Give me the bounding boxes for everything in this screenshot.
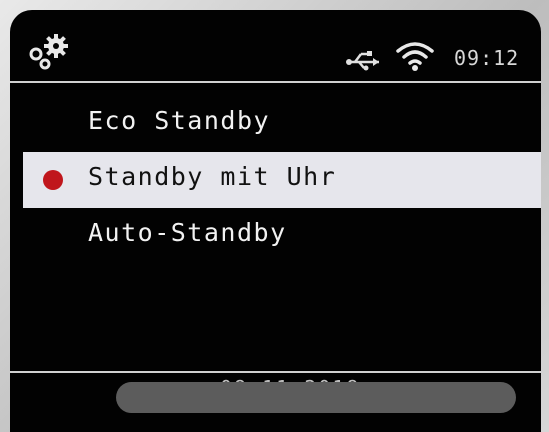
menu-item-eco-standby[interactable]: Eco Standby: [10, 96, 541, 152]
menu-item-standby-mit-uhr[interactable]: Standby mit Uhr: [23, 152, 541, 208]
menu-item-label: Eco Standby: [88, 106, 271, 135]
header-divider: [10, 81, 541, 83]
selected-radio-dot-icon: [43, 170, 63, 190]
display-screen: 09:12 Eco Standby Standby mit Uhr Auto-S…: [10, 10, 541, 432]
usb-icon: [346, 51, 379, 71]
menu-item-label: Auto-Standby: [88, 218, 287, 247]
standby-menu: Eco Standby Standby mit Uhr Auto-Standby: [10, 96, 541, 264]
settings-gears-icon[interactable]: [26, 32, 72, 74]
footer-divider: [10, 371, 541, 373]
wifi-icon: [396, 42, 434, 71]
clock-time: 09:12: [454, 46, 520, 70]
menu-item-auto-standby[interactable]: Auto-Standby: [10, 208, 541, 264]
overlay-scrollbar[interactable]: [116, 382, 516, 413]
menu-item-label: Standby mit Uhr: [88, 162, 337, 191]
status-bar: 09:12: [10, 10, 541, 84]
